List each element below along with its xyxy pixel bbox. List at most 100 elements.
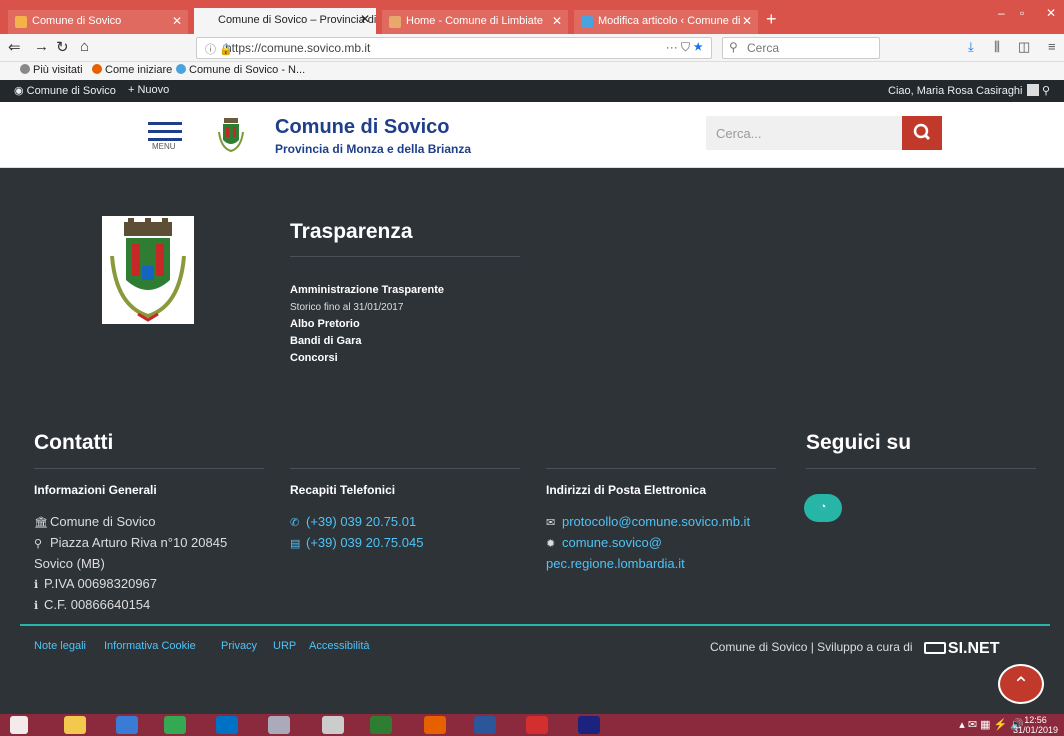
link-note-legali[interactable]: Note legali — [34, 640, 86, 652]
file-explorer-icon[interactable] — [64, 716, 86, 734]
url-bar[interactable]: ⓘ 🔒 https://comune.sovico.mb.it ··· ⛉ ★ — [196, 37, 712, 59]
windows-start-icon[interactable] — [10, 716, 28, 734]
email-heading: Indirizzi di Posta Elettronica — [546, 483, 707, 497]
tab-limbiate[interactable]: Home - Comune di Limbiate ✕ — [382, 10, 568, 34]
reload-icon[interactable]: ↻ — [56, 38, 69, 56]
fax-link[interactable]: ▤ (+39) 039 20.75.045 — [290, 533, 423, 554]
acrobat-icon[interactable] — [526, 716, 548, 734]
url-actions[interactable]: ··· ⛉ ★ — [666, 40, 703, 55]
footer: Trasparenza Amministrazione Trasparente … — [0, 168, 1064, 714]
close-icon[interactable]: ✕ — [172, 14, 182, 28]
menu-button[interactable]: MENU — [148, 122, 182, 151]
phone-icon: ✆ — [290, 517, 300, 529]
tab-title: Home - Comune di Limbiate — [406, 15, 543, 27]
back-to-top-button[interactable]: ⌃ — [998, 664, 1044, 704]
sinet-logo[interactable]: SI.NET — [923, 640, 999, 658]
divider — [34, 468, 264, 469]
wp-admin-bar: ◉ Comune di Sovico + Nuovo Ciao, Maria R… — [0, 80, 1064, 102]
chevron-up-icon: ⌃ — [1012, 674, 1030, 696]
favicon-icon — [15, 16, 27, 28]
url-text: https://comune.sovico.mb.it — [225, 41, 371, 55]
chrome-icon[interactable] — [164, 716, 186, 734]
admin-site-link[interactable]: ◉ Comune di Sovico — [14, 84, 116, 97]
new-tab-button[interactable]: + — [766, 9, 777, 30]
coat-of-arms-logo — [102, 216, 194, 324]
app-icon[interactable] — [578, 716, 600, 734]
divider — [546, 468, 776, 469]
link-privacy[interactable]: Privacy — [221, 640, 257, 652]
calculator-icon[interactable] — [322, 716, 344, 734]
pec-link[interactable]: ✹ comune.sovico@ — [546, 533, 750, 554]
close-icon[interactable]: ✕ — [742, 14, 752, 28]
link-accessibilita[interactable]: Accessibilità — [309, 640, 370, 652]
library-icon[interactable]: ⫼ — [994, 39, 1000, 55]
clock[interactable]: 12:56 31/01/2019 — [1013, 715, 1058, 735]
browser-tab-bar: Comune di Sovico ✕ Comune di Sovico – Pr… — [0, 0, 1064, 34]
coat-of-arms-icon — [218, 118, 244, 152]
browser-search-input[interactable]: ⚲ Cerca — [722, 37, 880, 59]
firefox-icon — [92, 64, 102, 74]
bookmark-item[interactable]: Comune di Sovico - N... — [176, 64, 305, 76]
admin-user-menu[interactable]: Ciao, Maria Rosa Casiraghi — [888, 84, 1039, 97]
outlook-icon[interactable] — [216, 716, 238, 734]
trasparenza-links: Amministrazione Trasparente Storico fino… — [290, 282, 444, 367]
close-icon[interactable]: ✕ — [552, 14, 562, 28]
minimize-button[interactable]: – — [998, 6, 1005, 20]
search-icon: ⚲ — [729, 40, 738, 54]
phone-link[interactable]: ✆ (+39) 039 20.75.01 — [290, 512, 423, 533]
search-placeholder: Cerca — [747, 41, 780, 55]
link-bandi-di-gara[interactable]: Bandi di Gara — [290, 333, 444, 350]
map-marker-icon: ⚲ — [34, 538, 43, 550]
maximize-button[interactable]: ▫ — [1020, 6, 1024, 20]
contatti-heading: Contatti — [34, 431, 114, 454]
bookmarks-bar: Più visitati Come iniziare Comune di Sov… — [0, 62, 1064, 80]
recapiti-telefonici: ✆ (+39) 039 20.75.01 ▤ (+39) 039 20.75.045 — [290, 512, 423, 554]
tab-modifica-articolo[interactable]: Modifica articolo ‹ Comune di ✕ — [574, 10, 758, 34]
search-icon[interactable]: ⚲ — [1042, 84, 1050, 97]
bookmark-item[interactable]: Più visitati — [20, 64, 83, 76]
favicon-icon — [581, 16, 593, 28]
certificate-icon: ✹ — [546, 538, 556, 550]
footer-divider — [20, 624, 1050, 626]
window-close-button[interactable]: ✕ — [1046, 6, 1056, 20]
site-search-input[interactable]: Cerca... — [706, 116, 902, 150]
internet-explorer-icon[interactable] — [116, 716, 138, 734]
link-albo-pretorio[interactable]: Albo Pretorio — [290, 316, 444, 333]
email-link[interactable]: ✉ protocollo@comune.sovico.mb.it — [546, 512, 750, 533]
avatar — [1026, 84, 1039, 96]
link-concorsi[interactable]: Concorsi — [290, 350, 444, 367]
home-icon[interactable]: ⌂ — [80, 38, 89, 55]
hamburger-menu-icon[interactable]: ≡ — [1048, 39, 1056, 54]
pec-link-cont[interactable]: pec.regione.lombardia.it — [546, 554, 750, 574]
menu-label: MENU — [152, 142, 176, 151]
link-urp[interactable]: URP — [273, 640, 296, 652]
bookmark-item[interactable]: Come iniziare — [92, 64, 172, 76]
close-icon[interactable]: ✕ — [360, 12, 370, 26]
rss-button[interactable]: ◔ — [804, 494, 842, 522]
app-icon[interactable] — [268, 716, 290, 734]
windows-taskbar: ▴ ✉ ▦ ⚡ 🔊 12:56 31/01/2019 — [0, 714, 1064, 736]
divider — [290, 256, 520, 257]
tab-comune-di-sovico[interactable]: Comune di Sovico ✕ — [8, 10, 188, 34]
link-amministrazione-trasparente[interactable]: Amministrazione Trasparente — [290, 282, 444, 299]
link-note: Storico fino al 31/01/2017 — [290, 302, 404, 313]
firefox-icon[interactable] — [424, 716, 446, 734]
app-icon[interactable] — [370, 716, 392, 734]
building-icon: 🏛 — [34, 517, 48, 529]
forward-icon[interactable]: → — [34, 38, 49, 55]
download-icon[interactable]: ⤓ — [968, 39, 974, 55]
admin-new-link[interactable]: + Nuovo — [128, 84, 169, 96]
back-icon[interactable]: ⇐ — [8, 38, 21, 56]
word-icon[interactable] — [474, 716, 496, 734]
tab-title: Comune di Sovico – Provincia di M — [218, 14, 376, 26]
info-icon: ℹ — [34, 579, 39, 591]
divider — [806, 468, 1036, 469]
link-informativa-cookie[interactable]: Informativa Cookie — [104, 640, 196, 652]
sidebar-icon[interactable]: ◫ — [1018, 39, 1030, 55]
info-icon: ℹ — [34, 600, 39, 612]
seguici-heading: Seguici su — [806, 431, 912, 454]
site-search-button[interactable] — [902, 116, 942, 150]
tab-active[interactable]: Comune di Sovico – Provincia di M ✕ — [194, 8, 376, 34]
site-title[interactable]: Comune di Sovico — [275, 116, 449, 139]
bookmark-star-icon[interactable]: ★ — [693, 40, 703, 54]
